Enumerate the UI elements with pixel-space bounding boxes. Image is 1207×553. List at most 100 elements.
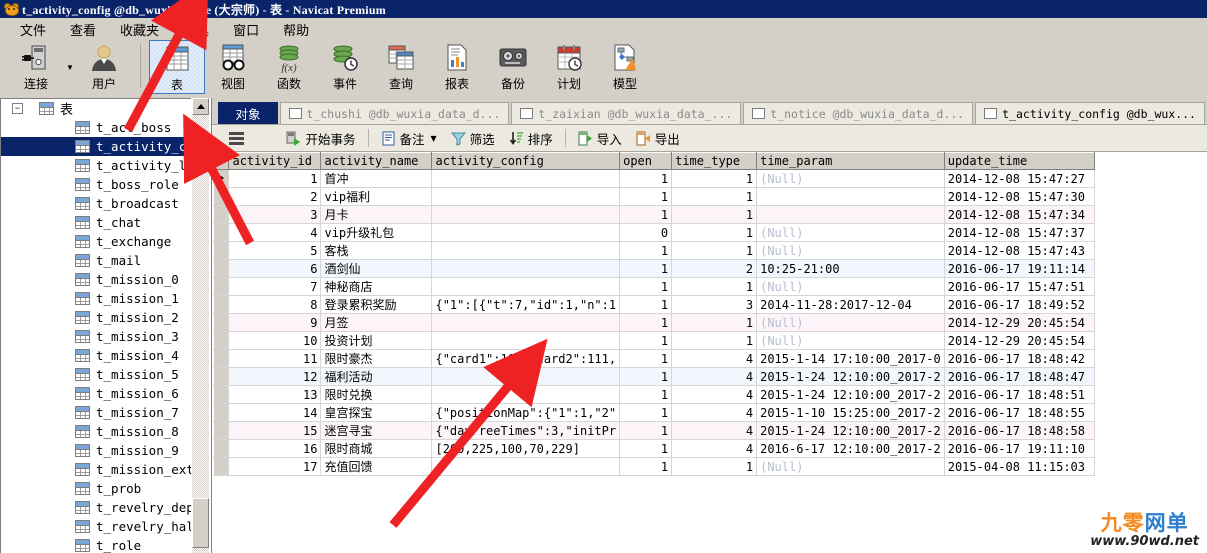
cell-time-param[interactable]: (Null) — [756, 313, 945, 332]
cell-time-param[interactable]: 2015-1-24 12:10:00_2017-2 — [756, 421, 945, 440]
menu-item-view[interactable]: 查看 — [58, 18, 108, 41]
cell-time-param[interactable]: 2016-6-17 12:10:00_2017-2 — [756, 439, 945, 458]
cell-time-param[interactable]: 2015-1-24 12:10:00_2017-2 — [756, 367, 945, 386]
table-row[interactable]: 7 神秘商店 1 1 (Null) 2016-06-17 15:47:51 — [213, 277, 1095, 296]
cell-time-param[interactable] — [756, 205, 945, 224]
scroll-thumb[interactable] — [192, 498, 210, 548]
cell-activity-config[interactable] — [431, 277, 621, 296]
cell-activity-config[interactable] — [431, 367, 621, 386]
cell-time-type[interactable]: 1 — [671, 313, 758, 332]
object-tree[interactable]: − 表 t_act_boss t_activity_config t_activit… — [0, 98, 192, 553]
tree-node-t-boss-role[interactable]: t_boss_role — [1, 175, 191, 194]
menu-item-tools[interactable]: 工具 — [171, 18, 221, 41]
tree-node-t-revelry-deploy[interactable]: t_revelry_deploy — [1, 498, 191, 517]
tree-node-t-prob[interactable]: t_prob — [1, 479, 191, 498]
cell-activity-id[interactable]: 17 — [228, 457, 322, 476]
tree-expander-icon[interactable]: − — [12, 103, 23, 114]
cell-activity-id[interactable]: 9 — [228, 313, 322, 332]
cell-activity-id[interactable]: 12 — [228, 367, 322, 386]
cell-open[interactable]: 1 — [619, 457, 673, 476]
cell-time-param[interactable]: (Null) — [756, 169, 945, 188]
cell-time-param[interactable]: 10:25-21:00 — [756, 259, 945, 278]
table-row[interactable]: 11 限时豪杰 {"card1":109,"card2":111, 1 4 2015-1-… — [213, 349, 1095, 368]
cell-open[interactable]: 1 — [619, 205, 673, 224]
tree-node-t-activity-config[interactable]: t_activity_config — [1, 137, 192, 156]
table-row[interactable]: 2 vip福利 1 1 2014-12-08 15:47:30 — [213, 187, 1095, 206]
scroll-up-button[interactable] — [192, 98, 210, 115]
cell-activity-id[interactable]: 8 — [228, 295, 322, 314]
tree-node-t-role[interactable]: t_role — [1, 536, 191, 553]
cell-time-param[interactable] — [756, 187, 945, 206]
tree-node-tables-group[interactable]: − 表 — [1, 99, 191, 118]
cell-activity-config[interactable] — [431, 205, 621, 224]
table-row[interactable]: 10 投资计划 1 1 (Null) 2014-12-29 20:45:54 — [213, 331, 1095, 350]
row-gutter[interactable] — [213, 421, 230, 440]
cell-open[interactable]: 1 — [619, 421, 673, 440]
cell-activity-config[interactable] — [431, 241, 621, 260]
cell-activity-name[interactable]: 充值回馈 — [320, 457, 433, 476]
cell-update-time[interactable]: 2014-12-29 20:45:54 — [944, 313, 1095, 332]
tree-node-t-mission-8[interactable]: t_mission_8 — [1, 422, 191, 441]
cell-time-param[interactable]: 2014-11-28:2017-12-04 — [756, 295, 945, 314]
tree-node-t-mission-9[interactable]: t_mission_9 — [1, 441, 191, 460]
table-row[interactable]: 14 皇宫探宝 {"positionMap":{"1":1,"2" 1 4 2015-1-… — [213, 403, 1095, 422]
cell-update-time[interactable]: 2016-06-17 18:48:51 — [944, 385, 1095, 404]
tree-node-t-mission-3[interactable]: t_mission_3 — [1, 327, 191, 346]
row-gutter[interactable] — [213, 331, 230, 350]
filter-button[interactable]: 筛选 — [444, 127, 502, 149]
row-gutter[interactable] — [213, 349, 230, 368]
tree-node-t-mission-6[interactable]: t_mission_6 — [1, 384, 191, 403]
cell-time-type[interactable]: 1 — [671, 223, 758, 242]
menu-item-file[interactable]: 文件 — [8, 18, 58, 41]
tree-node-t-mission-2[interactable]: t_mission_2 — [1, 308, 191, 327]
cell-activity-config[interactable] — [431, 313, 621, 332]
cell-activity-name[interactable]: 首冲 — [320, 169, 433, 188]
toolbar-button-connection[interactable]: 连接 — [8, 40, 64, 94]
cell-activity-config[interactable]: {"1":[{"t":7,"id":1,"n":1 — [431, 295, 621, 314]
table-row[interactable]: 6 酒剑仙 1 2 10:25-21:00 2016-06-17 19:11:14 — [213, 259, 1095, 278]
cell-update-time[interactable]: 2016-06-17 15:47:51 — [944, 277, 1095, 296]
tab-objects[interactable]: 对象 — [218, 102, 278, 124]
row-gutter[interactable] — [213, 439, 230, 458]
cell-time-type[interactable]: 1 — [671, 169, 758, 188]
cell-time-param[interactable]: (Null) — [756, 331, 945, 350]
column-header-activity-name[interactable]: activity_name — [320, 152, 433, 170]
cell-time-param[interactable]: (Null) — [756, 241, 945, 260]
cell-time-type[interactable]: 4 — [671, 367, 758, 386]
row-gutter[interactable] — [213, 205, 230, 224]
note-button[interactable]: 备注 ▼ — [374, 127, 444, 149]
tree-node-t-mission-extends[interactable]: t_mission_extends — [1, 460, 191, 479]
tree-node-t-mission-7[interactable]: t_mission_7 — [1, 403, 191, 422]
cell-activity-id[interactable]: 1 — [228, 169, 322, 188]
cell-activity-config[interactable] — [431, 385, 621, 404]
cell-activity-name[interactable]: 登录累积奖励 — [320, 295, 433, 314]
cell-update-time[interactable]: 2016-06-17 18:49:52 — [944, 295, 1095, 314]
cell-activity-id[interactable]: 10 — [228, 331, 322, 350]
cell-time-type[interactable]: 1 — [671, 241, 758, 260]
data-grid[interactable]: activity_id activity_name activity_config o… — [213, 152, 1095, 476]
cell-update-time[interactable]: 2015-04-08 11:15:03 — [944, 457, 1095, 476]
cell-activity-name[interactable]: 限时商城 — [320, 439, 433, 458]
column-header-activity-config[interactable]: activity_config — [431, 152, 621, 170]
cell-activity-id[interactable]: 2 — [228, 187, 322, 206]
table-row[interactable]: 17 充值回馈 1 1 (Null) 2015-04-08 11:15:03 — [213, 457, 1095, 476]
row-gutter[interactable] — [213, 385, 230, 404]
cell-update-time[interactable]: 2016-06-17 18:48:58 — [944, 421, 1095, 440]
grid-menu-button[interactable] — [222, 127, 251, 149]
cell-time-type[interactable]: 1 — [671, 331, 758, 350]
toolbar-button-query[interactable]: 查询 — [373, 40, 429, 94]
cell-open[interactable]: 1 — [619, 241, 673, 260]
cell-time-param[interactable]: 2015-1-10 15:25:00_2017-2 — [756, 403, 945, 422]
cell-activity-id[interactable]: 5 — [228, 241, 322, 260]
cell-activity-name[interactable]: 月卡 — [320, 205, 433, 224]
cell-activity-id[interactable]: 15 — [228, 421, 322, 440]
cell-activity-name[interactable]: 客栈 — [320, 241, 433, 260]
cell-activity-config[interactable]: {"dayFreeTimes":3,"initPr — [431, 421, 621, 440]
cell-time-type[interactable]: 1 — [671, 187, 758, 206]
cell-activity-config[interactable] — [431, 169, 621, 188]
toolbar-button-model[interactable]: 模型 — [597, 40, 653, 94]
cell-open[interactable]: 1 — [619, 367, 673, 386]
cell-update-time[interactable]: 2014-12-08 15:47:43 — [944, 241, 1095, 260]
toolbar-button-report[interactable]: 报表 — [429, 40, 485, 94]
cell-activity-config[interactable] — [431, 331, 621, 350]
